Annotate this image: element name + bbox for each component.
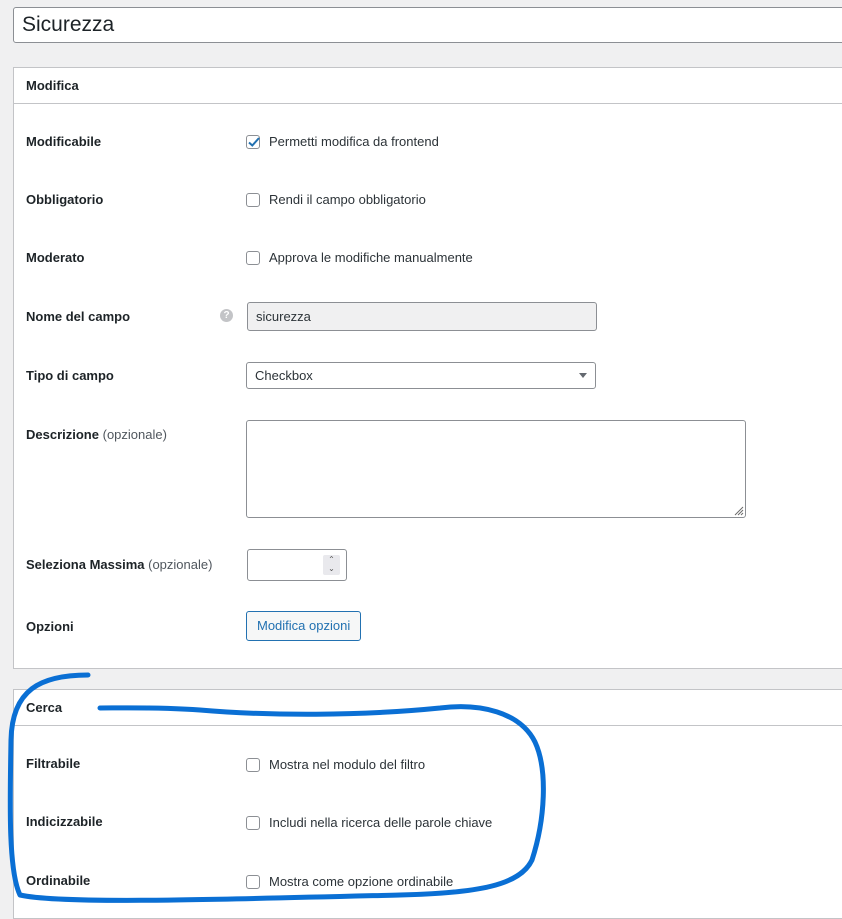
resize-grip-icon[interactable]	[732, 504, 744, 516]
obbligatorio-checkbox[interactable]	[246, 192, 260, 207]
tipo-campo-select[interactable]: Checkbox	[246, 362, 596, 389]
modificabile-option[interactable]: Permetti modifica da frontend	[246, 134, 439, 149]
modificabile-checkbox[interactable]	[246, 134, 260, 149]
indicizzabile-option[interactable]: Includi nella ricerca delle parole chiav…	[246, 815, 492, 830]
seleziona-massima-optional: (opzionale)	[148, 557, 213, 572]
number-spinner-icon[interactable]: ⌃ ⌄	[323, 555, 340, 575]
filtrabile-checkbox-label: Mostra nel modulo del filtro	[269, 757, 426, 772]
modifica-panel: Modifica Modificabile Permetti modifica …	[13, 67, 842, 669]
moderato-checkbox-label: Approva le modifiche manualmente	[269, 250, 473, 265]
indicizzabile-checkbox-label: Includi nella ricerca delle parole chiav…	[269, 815, 493, 830]
obbligatorio-option[interactable]: Rendi il campo obbligatorio	[246, 192, 426, 207]
descrizione-label: Descrizione (opzionale)	[26, 427, 167, 442]
ordinabile-option[interactable]: Mostra come opzione ordinabile	[246, 874, 453, 889]
modificabile-checkbox-label: Permetti modifica da frontend	[269, 134, 439, 149]
modifica-opzioni-button[interactable]: Modifica opzioni	[246, 611, 362, 641]
nome-campo-label: Nome del campo	[26, 309, 131, 324]
ordinabile-label: Ordinabile	[26, 873, 91, 888]
moderato-label: Moderato	[26, 250, 85, 265]
moderato-option[interactable]: Approva le modifiche manualmente	[246, 250, 473, 265]
opzioni-label: Opzioni	[26, 619, 74, 634]
filtrabile-label: Filtrabile	[26, 756, 81, 771]
tipo-campo-selected: Checkbox	[255, 368, 313, 383]
help-icon[interactable]: ?	[220, 309, 233, 322]
cerca-heading: Cerca	[14, 690, 842, 726]
seleziona-massima-label: Seleziona Massima (opzionale)	[26, 557, 212, 572]
dropdown-arrow-icon	[579, 373, 587, 378]
nome-campo-input[interactable]: sicurezza	[247, 302, 597, 331]
tipo-campo-label: Tipo di campo	[26, 368, 114, 383]
filtrabile-option[interactable]: Mostra nel modulo del filtro	[246, 757, 425, 772]
descrizione-textarea[interactable]	[246, 420, 746, 518]
cerca-panel: Cerca Filtrabile Mostra nel modulo del f…	[13, 689, 842, 919]
descrizione-optional: (opzionale)	[102, 427, 167, 442]
obbligatorio-checkbox-label: Rendi il campo obbligatorio	[269, 192, 426, 207]
obbligatorio-label: Obbligatorio	[26, 192, 104, 207]
ordinabile-checkbox-label: Mostra come opzione ordinabile	[269, 874, 454, 889]
seleziona-massima-label-text: Seleziona Massima	[26, 557, 145, 572]
seleziona-massima-input[interactable]: ⌃ ⌄	[247, 549, 347, 581]
modificabile-label: Modificabile	[26, 134, 102, 149]
modifica-heading: Modifica	[14, 68, 842, 104]
field-title-input[interactable]: Sicurezza	[13, 7, 842, 43]
filtrabile-checkbox[interactable]	[246, 757, 260, 772]
indicizzabile-checkbox[interactable]	[246, 815, 260, 830]
moderato-checkbox[interactable]	[246, 250, 260, 265]
ordinabile-checkbox[interactable]	[246, 874, 260, 889]
checkmark-icon	[248, 136, 260, 147]
descrizione-label-text: Descrizione	[26, 427, 99, 442]
indicizzabile-label: Indicizzabile	[26, 814, 103, 829]
